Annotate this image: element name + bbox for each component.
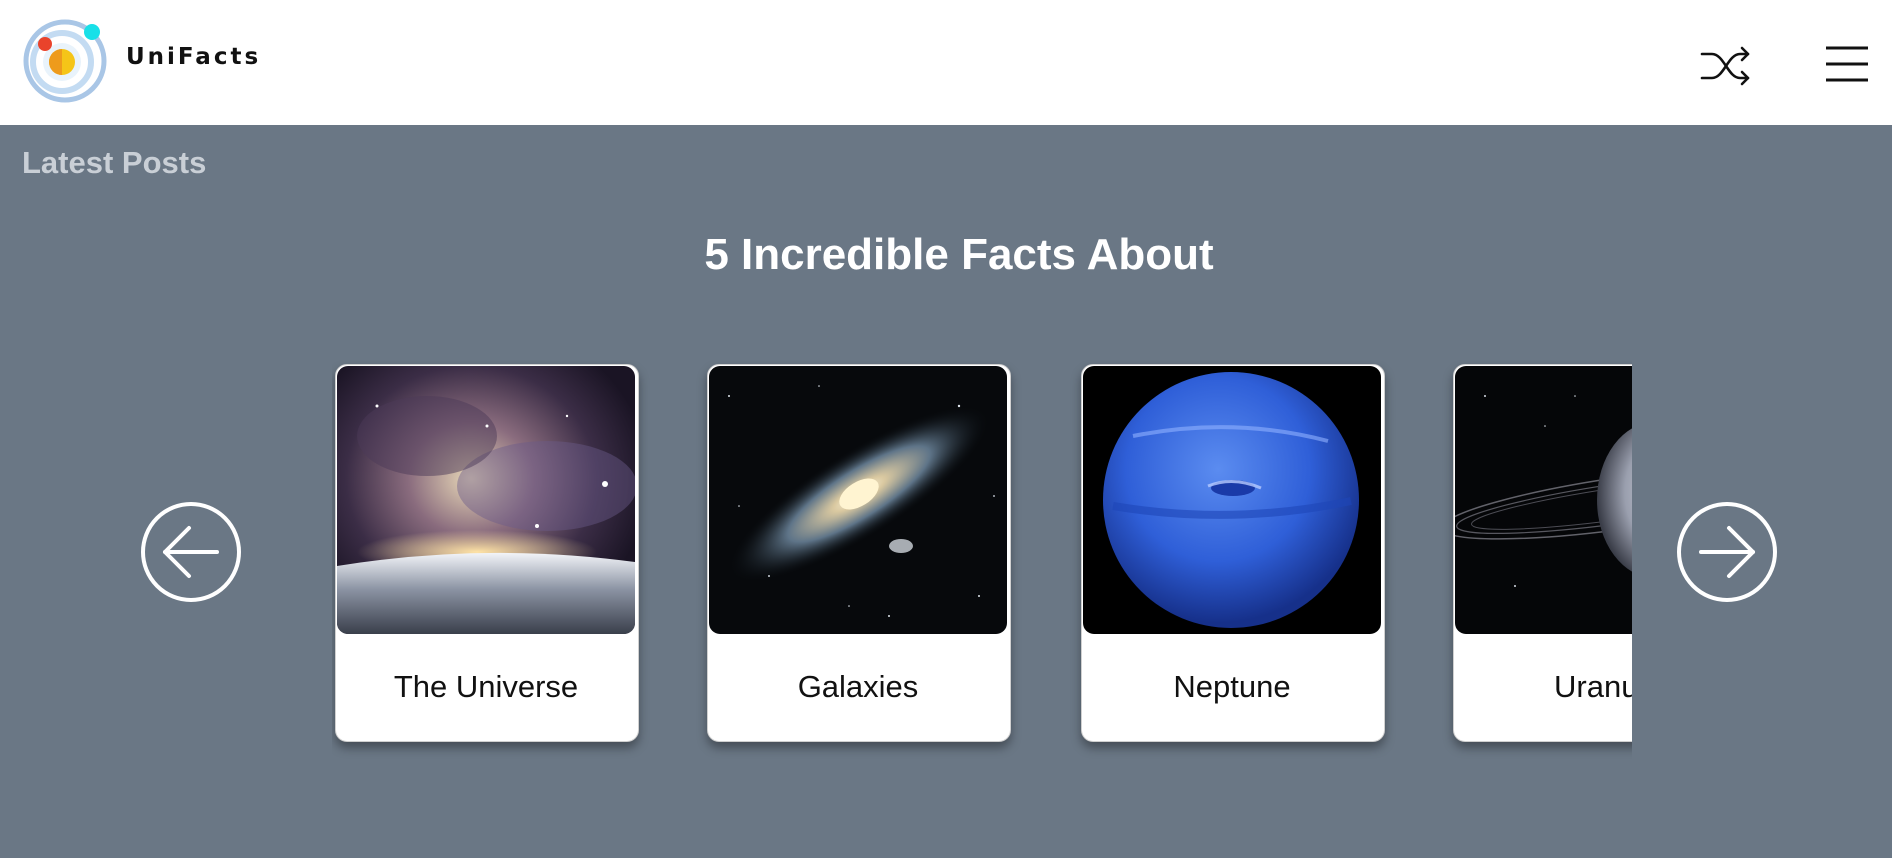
top-header: UniFacts bbox=[0, 0, 1892, 125]
arrow-right-circle-icon[interactable] bbox=[1675, 500, 1779, 604]
post-card-title: Galaxies bbox=[797, 669, 919, 704]
carousel-track: The Universe Galaxies Neptune Uran bbox=[332, 360, 1632, 760]
post-card-galaxies[interactable]: Galaxies bbox=[707, 364, 1011, 742]
brand-name[interactable]: UniFacts bbox=[126, 44, 261, 70]
logo-icon[interactable] bbox=[22, 18, 108, 104]
section-label: Latest Posts bbox=[22, 145, 207, 180]
arrow-left-circle-icon[interactable] bbox=[139, 500, 243, 604]
nebula-over-planet-image bbox=[337, 366, 635, 634]
shuffle-icon[interactable] bbox=[1700, 44, 1752, 88]
carousel-headline: 5 Incredible Facts About bbox=[704, 230, 1214, 279]
uranus-rings-image bbox=[1455, 366, 1632, 634]
post-card-universe[interactable]: The Universe bbox=[335, 364, 639, 742]
post-card-title: Uranus bbox=[1554, 669, 1632, 704]
post-card-title: The Universe bbox=[393, 669, 579, 704]
hamburger-menu-icon[interactable] bbox=[1824, 44, 1870, 84]
neptune-planet-image bbox=[1083, 366, 1381, 634]
post-card-title: Neptune bbox=[1173, 669, 1291, 704]
spiral-galaxy-image bbox=[709, 366, 1007, 634]
post-card-uranus[interactable]: Uranus bbox=[1453, 364, 1632, 742]
post-card-neptune[interactable]: Neptune bbox=[1081, 364, 1385, 742]
